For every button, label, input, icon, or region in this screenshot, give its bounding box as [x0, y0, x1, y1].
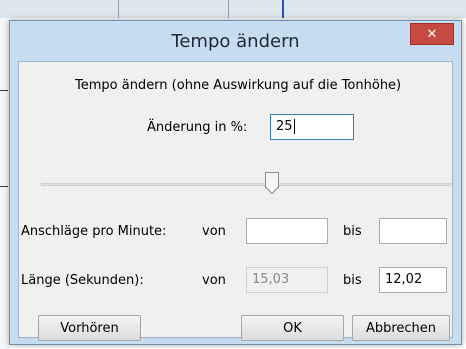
bpm-label: Anschläge pro Minute:	[21, 224, 167, 239]
length-to-input[interactable]: 12,02	[379, 267, 447, 293]
tempo-slider-track[interactable]	[41, 183, 451, 186]
bpm-to-input[interactable]	[379, 218, 447, 244]
cancel-button[interactable]: Abbrechen	[352, 315, 450, 341]
background-mark	[0, 90, 8, 91]
tempo-slider-thumb[interactable]	[264, 171, 280, 195]
title-bar[interactable]: Tempo ändern ✕	[10, 21, 461, 61]
close-icon: ✕	[426, 26, 438, 42]
change-percent-input[interactable]: 25	[270, 114, 354, 140]
background-mark	[0, 186, 8, 187]
dialog-title: Tempo ändern	[171, 31, 300, 52]
bpm-to-label: bis	[343, 224, 362, 239]
ok-button[interactable]: OK	[241, 315, 344, 341]
background-toolbar	[0, 0, 466, 18]
bpm-from-input[interactable]	[246, 218, 328, 244]
close-button[interactable]: ✕	[410, 23, 454, 45]
length-to-label: bis	[343, 273, 362, 288]
preview-button[interactable]: Vorhören	[38, 315, 141, 341]
tempo-dialog: Tempo ändern ✕ Tempo ändern (ohne Auswir…	[9, 20, 462, 345]
length-from-label: von	[202, 273, 226, 288]
background-divider	[118, 0, 119, 18]
background-divider	[228, 0, 229, 18]
bpm-from-label: von	[202, 224, 226, 239]
description-text: Tempo ändern (ohne Auswirkung auf die To…	[75, 78, 402, 93]
length-from-input: 15,03	[246, 267, 328, 293]
dialog-content: Tempo ändern (ohne Auswirkung auf die To…	[18, 61, 453, 341]
text-caret	[293, 119, 295, 134]
change-percent-label: Änderung in %:	[147, 120, 248, 135]
length-label: Länge (Sekunden):	[21, 273, 144, 288]
background-divider	[282, 0, 284, 18]
